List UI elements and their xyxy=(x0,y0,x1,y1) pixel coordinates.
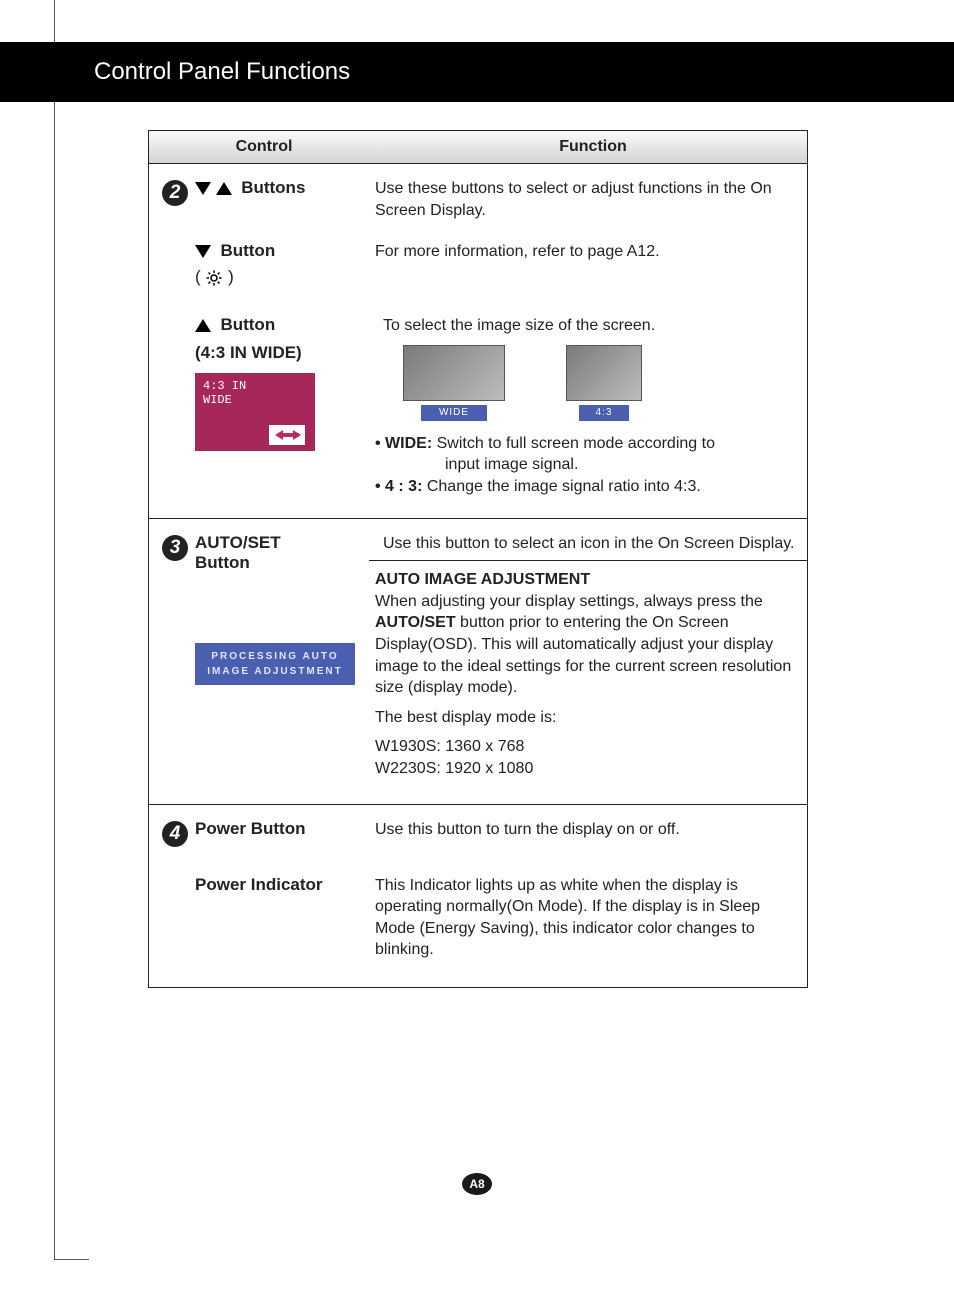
section-2: 2 Buttons Use these buttons to select or… xyxy=(149,164,807,519)
mode-2: W2230S: 1920 x 1080 xyxy=(375,758,795,780)
control-sublabel: (4:3 IN WIDE) xyxy=(195,343,375,363)
section-3: 3 AUTO/SET Button PROCESSING AUTO IMAGE … xyxy=(149,519,807,805)
bullet-text-cont: input image signal. xyxy=(375,454,795,476)
triangle-down-icon xyxy=(195,182,211,195)
bullet-label: • 4 : 3: xyxy=(375,478,422,495)
controls-table: Control Function 2 Buttons Use these but… xyxy=(148,130,808,988)
row-power-button: 4 Power Button Use this button to turn t… xyxy=(149,805,807,861)
bullet-wide: • WIDE: Switch to full screen mode accor… xyxy=(375,433,795,476)
divider xyxy=(369,560,807,561)
row-power-indicator: Power Indicator This Indicator lights up… xyxy=(149,861,807,987)
bullet-text: Change the image signal ratio into 4:3. xyxy=(422,478,700,495)
control-label: Button xyxy=(220,241,275,260)
best-mode-label: The best display mode is: xyxy=(375,707,795,729)
bullet-text: Switch to full screen mode according to xyxy=(432,435,715,452)
control-label: Power Indicator xyxy=(195,875,375,961)
brightness-icon xyxy=(205,269,223,287)
thumb-image xyxy=(403,345,505,401)
triangle-down-icon xyxy=(195,245,211,258)
page-number-badge: A8 xyxy=(462,1173,492,1195)
control-label: Power Button xyxy=(195,819,375,847)
control-label: AUTO/SET xyxy=(195,533,375,553)
control-label: Buttons xyxy=(241,178,305,197)
triangle-up-icon xyxy=(195,319,211,332)
col-header-control: Control xyxy=(149,138,379,156)
paren-open: ( xyxy=(195,267,205,286)
table-header: Control Function xyxy=(149,131,807,164)
row-up-down-buttons: 2 Buttons Use these buttons to select or… xyxy=(149,164,807,235)
thumb-image xyxy=(566,345,642,401)
mode-1: W1930S: 1360 x 768 xyxy=(375,736,795,758)
step-number-4: 4 xyxy=(162,821,188,847)
thumb-4-3: 4:3 xyxy=(553,345,655,421)
col-header-function: Function xyxy=(379,138,807,156)
auto-adjust-title: AUTO IMAGE ADJUSTMENT xyxy=(375,571,590,588)
page-title-banner: Control Panel Functions xyxy=(0,42,954,102)
buttons-description: Use these buttons to select or adjust fu… xyxy=(375,178,795,221)
osd-line: 4:3 IN xyxy=(203,379,307,393)
row-down-button: Button ( ) For more information, refer t… xyxy=(149,235,807,301)
bullet-label: • WIDE: xyxy=(375,435,432,452)
osd-preview-box: 4:3 IN WIDE xyxy=(195,373,315,451)
bullet-4-3: • 4 : 3: Change the image signal ratio i… xyxy=(375,476,795,498)
trim-mark-left xyxy=(54,0,55,1260)
section-4: 4 Power Button Use this button to turn t… xyxy=(149,805,807,987)
down-button-description: For more information, refer to page A12. xyxy=(375,241,795,287)
text: When adjusting your display settings, al… xyxy=(375,593,763,610)
power-indicator-desc: This Indicator lights up as white when t… xyxy=(375,875,795,961)
trim-mark-bottom xyxy=(54,1259,89,1260)
processing-auto-box: PROCESSING AUTO IMAGE ADJUSTMENT xyxy=(195,643,355,685)
auto-adjust-body: When adjusting your display settings, al… xyxy=(375,591,795,699)
thumb-label: WIDE xyxy=(421,405,487,421)
triangle-up-icon xyxy=(216,182,232,195)
autoset-top-desc: Use this button to select an icon in the… xyxy=(375,533,795,555)
paren-close: ) xyxy=(223,267,233,286)
up-button-description: To select the image size of the screen. xyxy=(375,315,795,337)
step-number-2: 2 xyxy=(162,180,188,206)
step-number-3: 3 xyxy=(162,535,188,561)
row-up-button: Button (4:3 IN WIDE) 4:3 IN WIDE To sele… xyxy=(149,301,807,517)
page-title: Control Panel Functions xyxy=(94,58,350,86)
osd-arrow-icon xyxy=(269,425,305,445)
control-label: Button xyxy=(195,553,375,573)
thumb-label: 4:3 xyxy=(579,405,629,421)
thumb-wide: WIDE xyxy=(403,345,505,421)
manual-page: Control Panel Functions Control Function… xyxy=(0,0,954,1305)
power-button-desc: Use this button to turn the display on o… xyxy=(375,819,795,847)
aspect-thumbnails: WIDE 4:3 xyxy=(403,345,795,421)
osd-line: WIDE xyxy=(203,393,307,407)
control-label: Button xyxy=(220,315,275,334)
proc-line: IMAGE ADJUSTMENT xyxy=(207,666,343,677)
text-bold: AUTO/SET xyxy=(375,614,456,631)
proc-line: PROCESSING AUTO xyxy=(211,651,338,662)
